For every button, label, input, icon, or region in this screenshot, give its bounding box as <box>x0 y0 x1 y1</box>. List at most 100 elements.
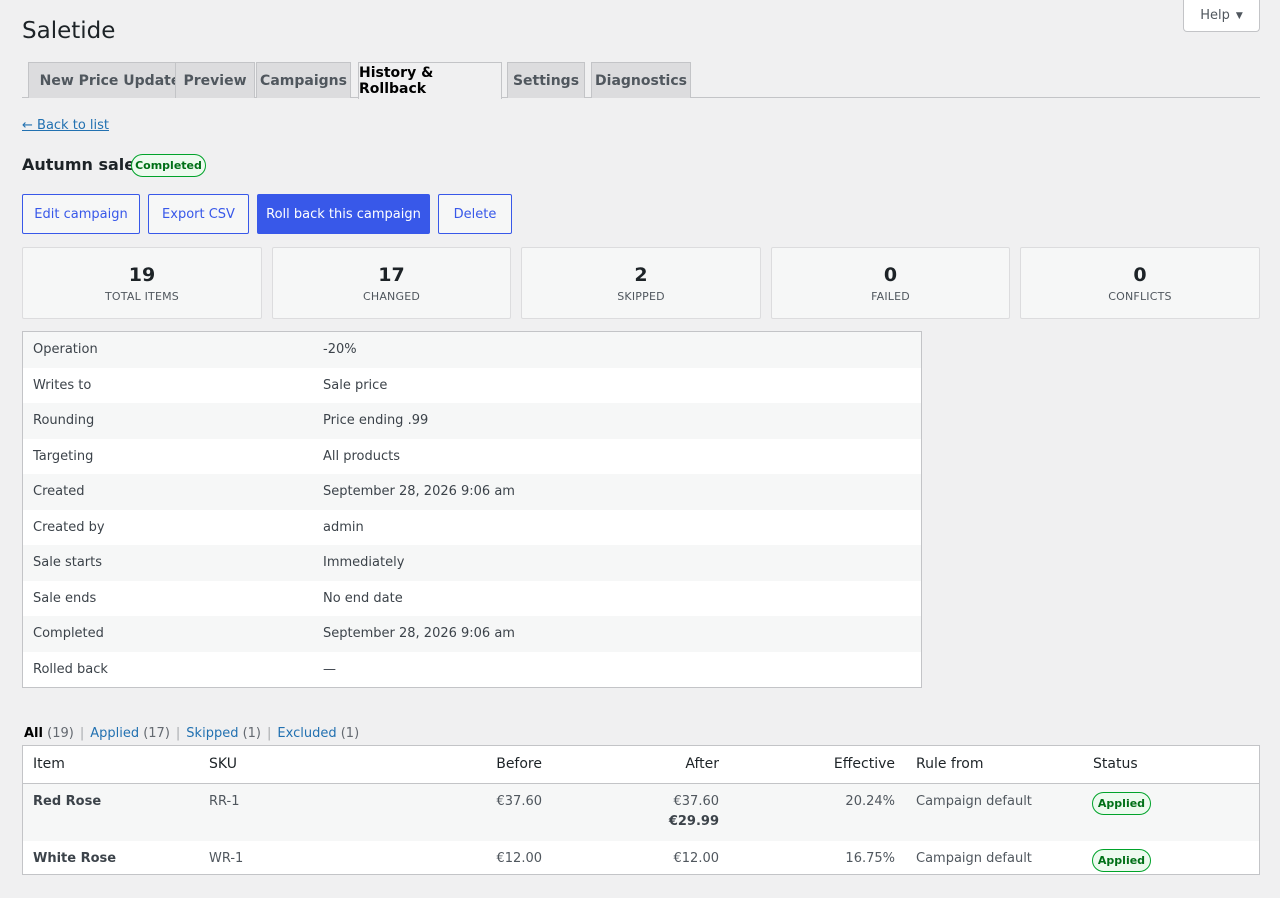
filter-all-count: (19) <box>47 726 74 741</box>
filter-applied-count: (17) <box>143 726 170 741</box>
app-title: Saletide <box>22 18 116 44</box>
item-status-badge: Applied <box>1092 792 1151 815</box>
header-status[interactable]: Status <box>1093 756 1138 772</box>
detail-row-targeting: Targeting All products <box>23 439 921 475</box>
edit-campaign-button[interactable]: Edit campaign <box>22 194 140 234</box>
detail-value: No end date <box>323 590 403 606</box>
caret-down-icon: ▼ <box>1235 10 1243 21</box>
filter-excluded[interactable]: Excluded <box>277 726 336 741</box>
header-rule-from[interactable]: Rule from <box>916 756 984 772</box>
item-after-sale: €29.99 <box>668 814 719 829</box>
header-before[interactable]: Before <box>496 756 542 772</box>
rollback-campaign-button[interactable]: Roll back this campaign <box>257 194 430 234</box>
filter-all[interactable]: All <box>24 726 43 741</box>
item-name[interactable]: Red Rose <box>33 794 101 809</box>
table-header: Item SKU Before After Effective Rule fro… <box>23 746 1259 784</box>
tab-history-rollback[interactable]: History & Rollback <box>358 62 502 99</box>
table-row[interactable]: White Rose WR-1 €12.00 €12.00 16.75% Cam… <box>23 841 1259 898</box>
detail-key: Sale starts <box>33 555 103 571</box>
filter-applied[interactable]: Applied <box>90 726 139 741</box>
header-effective[interactable]: Effective <box>834 756 895 772</box>
detail-value: All products <box>323 448 401 464</box>
item-after-regular: €37.60 <box>673 794 720 809</box>
campaign-title: Autumn sale <box>22 155 136 174</box>
tab-bar: New Price Update Preview Campaigns Histo… <box>22 62 1260 99</box>
detail-key: Completed <box>33 626 104 642</box>
header-item[interactable]: Item <box>33 756 65 772</box>
header-sku[interactable]: SKU <box>209 756 237 772</box>
detail-key: Created by <box>33 519 105 535</box>
stat-label: CONFLICTS <box>1108 290 1172 303</box>
detail-row-writes-to: Writes to Sale price <box>23 368 921 404</box>
detail-row-completed: Completed September 28, 2026 9:06 am <box>23 616 921 652</box>
stat-value: 19 <box>128 264 156 286</box>
stat-label: FAILED <box>871 290 910 303</box>
export-csv-button[interactable]: Export CSV <box>148 194 249 234</box>
tab-campaigns[interactable]: Campaigns <box>256 62 351 98</box>
detail-value: admin <box>323 519 364 535</box>
header-after[interactable]: After <box>685 756 719 772</box>
status-filter-links: All (19) | Applied (17) | Skipped (1) | Exclud… <box>24 726 359 741</box>
stat-changed: 17 CHANGED <box>272 247 511 319</box>
stat-value: 17 <box>378 264 405 286</box>
tab-diagnostics[interactable]: Diagnostics <box>591 62 691 98</box>
item-rule-from: Campaign default <box>916 794 1032 809</box>
stat-failed: 0 FAILED <box>771 247 1010 319</box>
detail-row-rounding: Rounding Price ending .99 <box>23 403 921 439</box>
detail-value: Sale price <box>323 377 388 393</box>
tab-preview[interactable]: Preview <box>175 62 255 98</box>
detail-key: Sale ends <box>33 590 97 606</box>
detail-key: Operation <box>33 342 98 358</box>
help-button[interactable]: Help ▼ <box>1183 0 1260 32</box>
filter-separator: | <box>267 726 272 741</box>
detail-value: September 28, 2026 9:06 am <box>323 626 515 642</box>
detail-key: Rolled back <box>33 661 108 677</box>
item-sku: RR-1 <box>209 794 240 809</box>
tab-settings[interactable]: Settings <box>507 62 585 98</box>
stat-label: TOTAL ITEMS <box>105 290 179 303</box>
item-rule-from: Campaign default <box>916 851 1032 866</box>
stat-conflicts: 0 CONFLICTS <box>1020 247 1260 319</box>
back-to-list-link[interactable]: ← Back to list <box>22 118 109 133</box>
filter-separator: | <box>175 726 181 741</box>
filter-skipped-count: (1) <box>242 726 262 741</box>
stat-value: 2 <box>634 264 648 286</box>
detail-row-sale-starts: Sale starts Immediately <box>23 545 921 581</box>
help-label: Help <box>1200 8 1230 23</box>
detail-key: Created <box>33 484 85 500</box>
detail-value: September 28, 2026 9:06 am <box>323 484 515 500</box>
detail-row-created-by: Created by admin <box>23 510 921 546</box>
stat-label: CHANGED <box>362 290 421 303</box>
detail-value: — <box>323 661 336 677</box>
detail-key: Rounding <box>33 413 95 429</box>
detail-row-operation: Operation -20% <box>23 332 921 368</box>
detail-value: -20% <box>323 342 357 358</box>
filter-skipped[interactable]: Skipped <box>186 726 238 741</box>
detail-row-rolled-back: Rolled back — <box>23 652 921 688</box>
campaign-status-badge: Completed <box>131 154 206 177</box>
item-before: €12.00 <box>496 851 543 866</box>
delete-button[interactable]: Delete <box>438 194 512 234</box>
item-name[interactable]: White Rose <box>33 851 116 866</box>
items-table: Item SKU Before After Effective Rule fro… <box>22 745 1260 875</box>
stat-value: 0 <box>1133 264 1147 286</box>
filter-excluded-count: (1) <box>340 726 360 741</box>
filter-separator: | <box>79 726 85 741</box>
item-status-badge: Applied <box>1092 849 1151 872</box>
item-effective: 20.24% <box>845 794 895 809</box>
tab-new-price-update[interactable]: New Price Update <box>28 62 192 98</box>
item-after-regular: €12.00 <box>673 851 720 866</box>
table-row[interactable]: Red Rose RR-1 €37.60 €37.60 €29.99 20.24… <box>23 784 1259 841</box>
detail-key: Targeting <box>33 448 94 464</box>
stat-total-items: 19 TOTAL ITEMS <box>22 247 262 319</box>
stat-label: SKIPPED <box>617 290 665 303</box>
detail-row-created: Created September 28, 2026 9:06 am <box>23 474 921 510</box>
stat-value: 0 <box>883 264 898 286</box>
stat-skipped: 2 SKIPPED <box>521 247 761 319</box>
campaign-details-table: Operation -20% Writes to Sale price Roundi… <box>22 331 922 688</box>
detail-value: Immediately <box>323 555 405 571</box>
item-sku: WR-1 <box>209 851 244 866</box>
detail-key: Writes to <box>33 377 92 393</box>
item-effective: 16.75% <box>845 851 895 866</box>
detail-row-sale-ends: Sale ends No end date <box>23 581 921 617</box>
